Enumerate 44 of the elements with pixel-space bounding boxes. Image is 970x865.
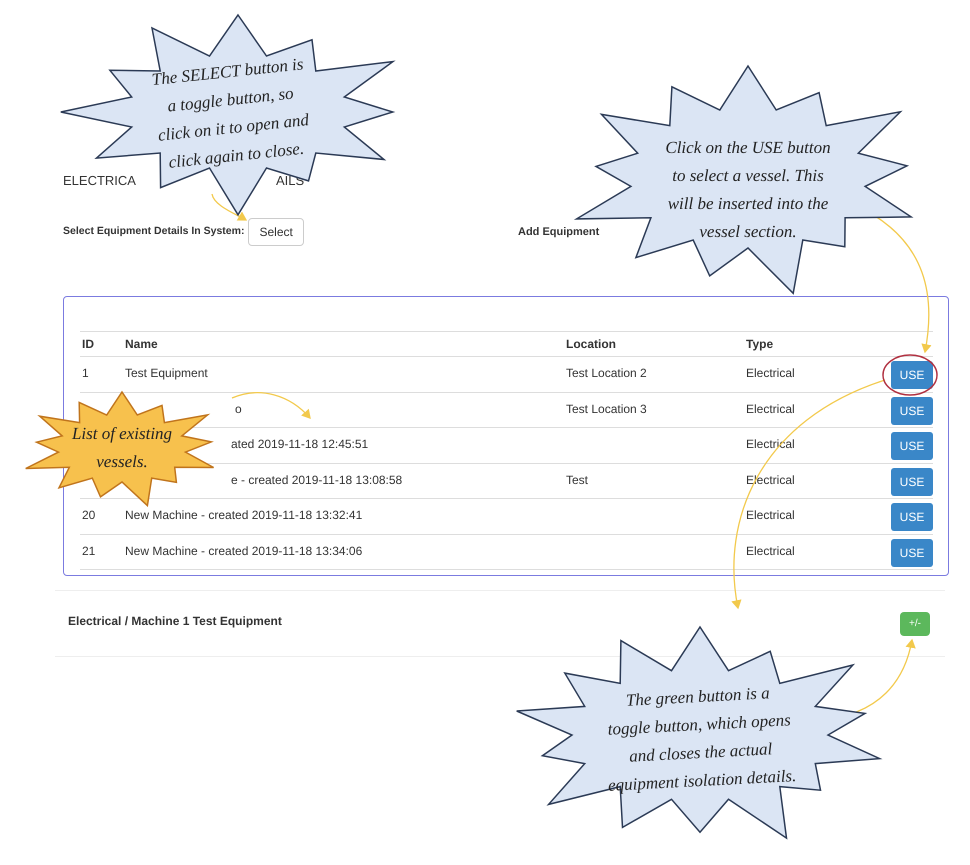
- table-cell: Electrical: [746, 402, 795, 416]
- column-header: ID: [82, 337, 94, 351]
- field-label: Add Equipment: [518, 224, 600, 240]
- callout-text: equipment isolation details.: [606, 765, 798, 797]
- callout-text: The green button is a: [624, 682, 772, 712]
- table-cell: Electrical: [746, 544, 795, 558]
- table-cell: New Machine - created 2019-11-18 13:34:06: [125, 544, 362, 558]
- column-header: Name: [125, 337, 158, 351]
- table-cell: Electrical: [746, 508, 795, 522]
- table-cell: Test Equipment: [125, 366, 208, 380]
- callout-text: vessel section.: [698, 221, 798, 243]
- select-button[interactable]: Select: [248, 218, 304, 246]
- table-cell: Test Location 2: [566, 366, 647, 380]
- callout-text: to select a vessel. This: [671, 165, 825, 187]
- use-button[interactable]: USE: [891, 361, 933, 389]
- table-cell: e - created 2019-11-18 13:08:58: [231, 472, 402, 486]
- callout-text: toggle button, which opens: [606, 709, 792, 741]
- section-heading: ELECTRICA: [63, 172, 136, 190]
- table-cell: Test: [566, 472, 588, 486]
- table-cell: 1: [82, 366, 89, 380]
- use-button[interactable]: USE: [891, 538, 933, 566]
- callout-text: and closes the actual: [628, 738, 774, 768]
- callout-text: will be inserted into the: [666, 193, 830, 215]
- use-button[interactable]: USE: [891, 503, 933, 531]
- callout-text: click again to close.: [168, 138, 306, 174]
- table-cell: 20: [82, 508, 96, 522]
- callout-text: vessels.: [95, 451, 149, 473]
- column-header: Location: [566, 337, 616, 351]
- table-cell: o: [235, 402, 242, 416]
- callout-text: List of existing: [70, 423, 174, 445]
- callout-text: Click on the USE button: [664, 137, 832, 159]
- leader-arrow: [211, 194, 248, 221]
- use-button[interactable]: USE: [891, 468, 933, 496]
- table-cell: ated 2019-11-18 12:45:51: [231, 437, 368, 451]
- use-button[interactable]: USE: [891, 396, 933, 424]
- table-cell: New Machine - created 2019-11-18 13:32:41: [125, 508, 362, 522]
- field-label: Select Equipment Details In System:: [63, 224, 244, 240]
- table-cell: Test Location 3: [566, 402, 647, 416]
- column-header: Type: [746, 337, 774, 351]
- table-cell: Electrical: [746, 366, 795, 380]
- section-title: Electrical / Machine 1 Test Equipment: [68, 612, 282, 630]
- table-cell: 21: [82, 544, 96, 558]
- use-button[interactable]: USE: [891, 432, 933, 460]
- toggle-button[interactable]: +/-: [900, 612, 930, 636]
